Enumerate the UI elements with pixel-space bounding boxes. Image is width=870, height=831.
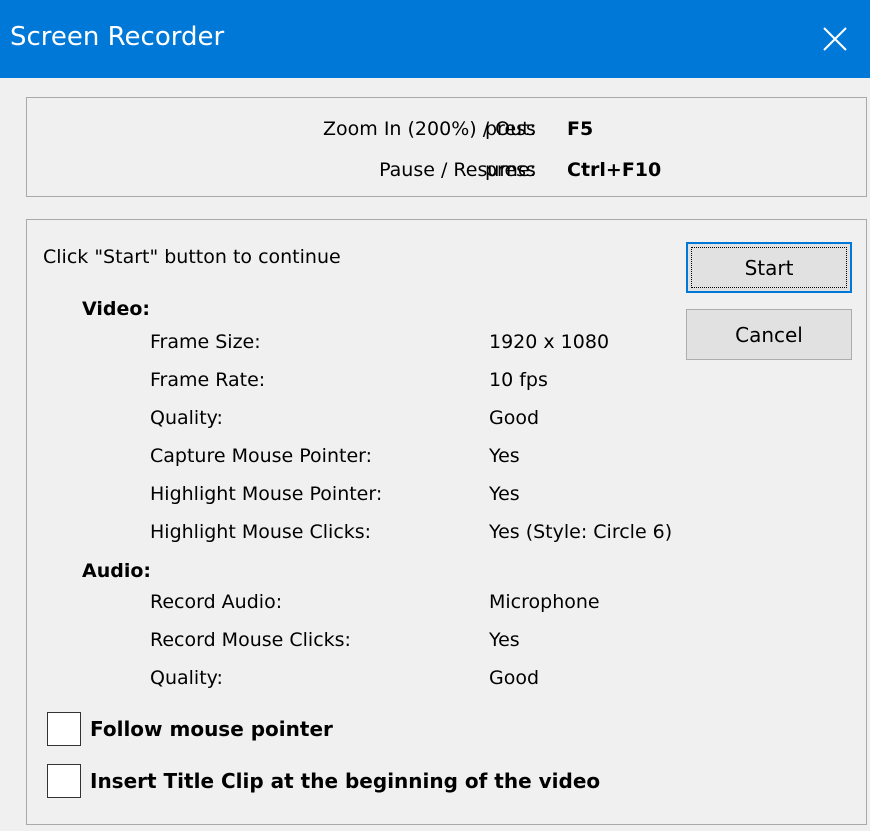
hotkey-key: Ctrl+F10 <box>567 159 662 181</box>
title-bar: Screen Recorder <box>0 0 870 78</box>
audio-heading: Audio: <box>82 560 151 582</box>
title-clip-checkbox[interactable] <box>47 764 81 798</box>
setting-value: Yes <box>489 483 520 505</box>
title-clip-label[interactable]: Insert Title Clip at the beginning of th… <box>90 769 600 793</box>
follow-mouse-option: Follow mouse pointer <box>47 712 333 746</box>
follow-mouse-label[interactable]: Follow mouse pointer <box>90 717 333 741</box>
setting-value: Good <box>489 667 540 689</box>
setting-value: Yes <box>489 445 520 467</box>
instruction-text: Click "Start" button to continue <box>43 246 341 268</box>
setting-label: Record Mouse Clicks: <box>150 629 351 651</box>
setting-value: Microphone <box>489 591 600 613</box>
setting-label: Quality: <box>150 407 223 429</box>
setting-label: Highlight Mouse Clicks: <box>150 521 372 543</box>
setting-value: 1920 x 1080 <box>489 331 610 353</box>
cancel-button[interactable]: Cancel <box>686 309 852 360</box>
settings-panel: Click "Start" button to continue Start C… <box>26 219 867 825</box>
follow-mouse-checkbox[interactable] <box>47 712 81 746</box>
window-title: Screen Recorder <box>10 22 225 52</box>
video-heading: Video: <box>82 298 151 320</box>
setting-label: Frame Size: <box>150 331 261 353</box>
setting-label: Frame Rate: <box>150 369 266 391</box>
setting-label: Capture Mouse Pointer: <box>150 445 373 467</box>
setting-value: Yes <box>489 629 520 651</box>
setting-value: Yes (Style: Circle 6) <box>489 521 673 543</box>
hotkey-press: press <box>485 118 536 140</box>
hotkey-key: F5 <box>567 118 594 140</box>
close-button[interactable] <box>800 0 870 78</box>
hotkey-press: press <box>485 159 536 181</box>
setting-label: Record Audio: <box>150 591 283 613</box>
setting-label: Quality: <box>150 667 223 689</box>
setting-value: 10 fps <box>489 369 548 391</box>
hotkey-panel: Zoom In (200%) / Out: press F5 Pause / R… <box>26 97 867 197</box>
start-button[interactable]: Start <box>686 242 852 293</box>
close-icon <box>823 27 847 51</box>
setting-value: Good <box>489 407 540 429</box>
setting-label: Highlight Mouse Pointer: <box>150 483 383 505</box>
title-clip-option: Insert Title Clip at the beginning of th… <box>47 764 600 798</box>
